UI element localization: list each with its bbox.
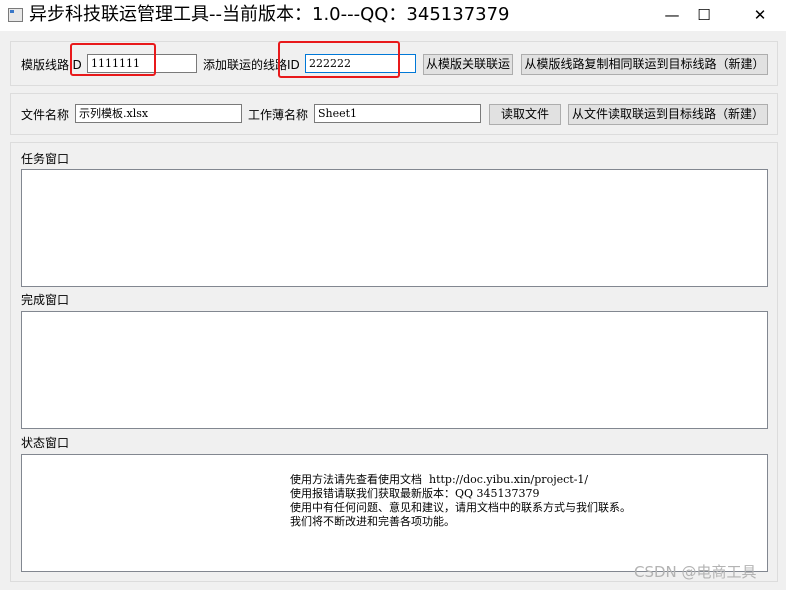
sheet-name-input[interactable]: Sheet1 (314, 104, 481, 123)
watermark-text: CSDN @电商工具 (634, 563, 757, 581)
sheet-name-label: 工作薄名称 (248, 108, 309, 122)
file-name-label: 文件名称 (21, 108, 70, 122)
task-pane-label: 任务窗口 (21, 152, 70, 166)
done-pane-label: 完成窗口 (21, 293, 70, 307)
close-icon: ✕ (753, 6, 767, 24)
status-line: 使用报错请联我们获取最新版本：QQ 345137379 (290, 487, 540, 500)
output-panel: 任务窗口 完成窗口 状态窗口 使用方法请先查看使用文档 http://doc.y… (10, 142, 778, 582)
done-textarea[interactable] (21, 311, 768, 429)
status-textarea[interactable]: 使用方法请先查看使用文档 http://doc.yibu.xin/project… (21, 454, 768, 572)
file-name-input[interactable]: 示列模板.xlsx (75, 104, 242, 123)
status-text: 使用方法请先查看使用文档 http://doc.yibu.xin/project… (290, 473, 631, 529)
highlight-box-template-id (70, 43, 156, 76)
minimize-icon: — (664, 6, 680, 24)
maximize-button[interactable]: ☐ (681, 0, 727, 30)
title-bar: 异步科技联运管理工具--当前版本：1.0---QQ：345137379 — ☐ … (0, 0, 786, 31)
task-textarea[interactable] (21, 169, 768, 287)
file-panel: 文件名称 示列模板.xlsx 工作薄名称 Sheet1 读取文件 从文件读取联运… (10, 93, 778, 135)
app-window: 异步科技联运管理工具--当前版本：1.0---QQ：345137379 — ☐ … (0, 0, 786, 590)
window-title: 异步科技联运管理工具--当前版本：1.0---QQ：345137379 (29, 4, 510, 25)
close-button[interactable]: ✕ (737, 0, 783, 30)
read-file-to-target-button[interactable]: 从文件读取联运到目标线路（新建） (568, 104, 768, 125)
highlight-box-target-id (278, 41, 400, 78)
maximize-icon: ☐ (697, 6, 711, 24)
link-from-template-button[interactable]: 从模版关联联运 (423, 54, 513, 75)
status-line: 使用中有任何问题、意见和建议，请用文档中的联系方式与我们联系。 (290, 501, 631, 514)
app-icon (8, 8, 23, 22)
read-file-button[interactable]: 读取文件 (489, 104, 561, 125)
status-line: 我们将不断改进和完善各项功能。 (290, 515, 455, 528)
status-line: 使用方法请先查看使用文档 http://doc.yibu.xin/project… (290, 473, 589, 486)
copy-to-target-button[interactable]: 从模版线路复制相同联运到目标线路（新建） (521, 54, 768, 75)
status-pane-label: 状态窗口 (21, 436, 70, 450)
